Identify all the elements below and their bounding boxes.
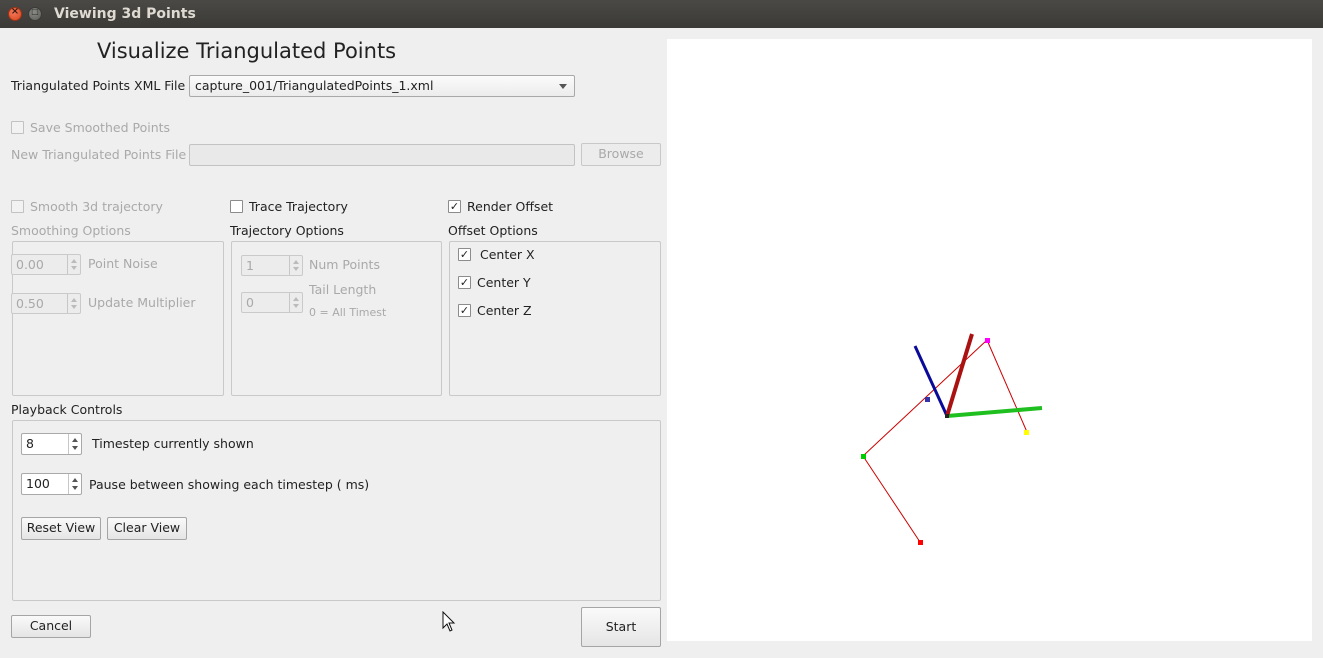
spin-up-icon[interactable] [293,260,299,264]
x-axis-line [946,406,1043,418]
spin-up-icon[interactable] [71,298,77,302]
y-axis-line [913,345,949,417]
center-y-label: Center Y [477,275,531,290]
offset-options-group [449,241,661,396]
render-offset-label: Render Offset [467,199,554,214]
close-window-button[interactable]: × [8,6,22,21]
tail-length-value: 0 [246,295,254,310]
3d-scene[interactable] [667,39,1312,641]
spin-up-icon[interactable] [293,297,299,301]
pause-label: Pause between showing each timestep ( ms… [89,477,370,492]
xml-file-dropdown[interactable]: capture_001/TriangulatedPoints_1.xml [189,75,575,97]
update-multiplier-label: Update Multiplier [88,295,196,310]
skeleton-line [986,339,1028,433]
spin-down-icon[interactable] [71,305,77,309]
tail-length-label: Tail Length [309,282,377,297]
offset-options-label: Offset Options [448,223,538,238]
trajectory-options-label: Trajectory Options [230,223,344,238]
pause-spinbox[interactable]: 100 [21,473,82,495]
timestep-label: Timestep currently shown [92,436,254,451]
checkmark-icon: ✓ [449,200,460,213]
save-smoothed-label: Save Smoothed Points [30,120,171,135]
tail-length-hint: 0 = All Timest [309,306,387,319]
playback-controls-label: Playback Controls [11,402,123,417]
window-titlebar: × □ Viewing 3d Points [0,0,1323,28]
maximize-window-button[interactable]: □ [28,7,42,21]
3d-viewport[interactable] [667,39,1312,641]
z-axis-line [945,333,974,417]
new-file-label: New Triangulated Points File [11,147,187,162]
cancel-button[interactable]: Cancel [11,615,91,638]
triangulated-point [925,397,930,402]
new-file-input[interactable] [189,144,575,166]
smoothing-options-label: Smoothing Options [11,223,131,238]
checkmark-icon: ✓ [459,276,470,289]
close-icon: × [10,6,20,17]
triangulated-point [985,338,990,343]
spin-down-icon[interactable] [71,266,77,270]
spin-up-icon[interactable] [72,478,78,482]
num-points-spinbox[interactable]: 1 [241,255,303,276]
update-multiplier-spinbox[interactable]: 0.50 [11,293,81,314]
save-smoothed-checkbox[interactable] [11,121,24,134]
checkmark-icon: ✓ [459,248,470,261]
checkmark-icon: ✓ [459,304,470,317]
smooth-trajectory-checkbox[interactable] [11,200,24,213]
triangulated-point [918,540,923,545]
timestep-value: 8 [26,436,34,451]
spin-down-icon[interactable] [72,446,78,450]
trace-trajectory-label: Trace Trajectory [249,199,348,214]
timestep-spinbox[interactable]: 8 [21,433,82,455]
reset-view-button[interactable]: Reset View [21,517,101,540]
clear-view-button[interactable]: Clear View [107,517,187,540]
maximize-icon: □ [31,7,39,16]
browse-button[interactable]: Browse [581,143,661,166]
center-x-checkbox[interactable]: ✓ [458,248,471,261]
spin-up-icon[interactable] [71,259,77,263]
point-noise-value: 0.00 [16,257,44,272]
render-offset-checkbox[interactable]: ✓ [448,200,461,213]
page-title: Visualize Triangulated Points [97,39,397,63]
update-multiplier-value: 0.50 [16,296,44,311]
spin-down-icon[interactable] [293,304,299,308]
trace-trajectory-checkbox[interactable] [230,200,243,213]
num-points-label: Num Points [309,257,380,272]
point-noise-spinbox[interactable]: 0.00 [11,254,81,275]
triangulated-point [1024,430,1029,435]
center-z-checkbox[interactable]: ✓ [458,304,471,317]
center-z-label: Center Z [477,303,532,318]
origin-point [945,414,949,418]
triangulated-point [861,454,866,459]
pause-value: 100 [26,476,50,491]
center-y-checkbox[interactable]: ✓ [458,276,471,289]
spin-down-icon[interactable] [72,486,78,490]
spin-up-icon[interactable] [72,438,78,442]
xml-file-value: capture_001/TriangulatedPoints_1.xml [195,78,434,93]
point-noise-label: Point Noise [88,256,158,271]
tail-length-spinbox[interactable]: 0 [241,292,303,313]
chevron-down-icon [559,84,567,89]
xml-file-label: Triangulated Points XML File [11,78,186,93]
skeleton-line [862,455,921,543]
smooth-trajectory-label: Smooth 3d trajectory [30,199,163,214]
start-button[interactable]: Start [581,607,661,647]
window-title: Viewing 3d Points [54,6,196,22]
center-x-label: Center X [480,247,535,262]
spin-down-icon[interactable] [293,267,299,271]
num-points-value: 1 [246,258,254,273]
mouse-cursor-icon [442,611,456,632]
